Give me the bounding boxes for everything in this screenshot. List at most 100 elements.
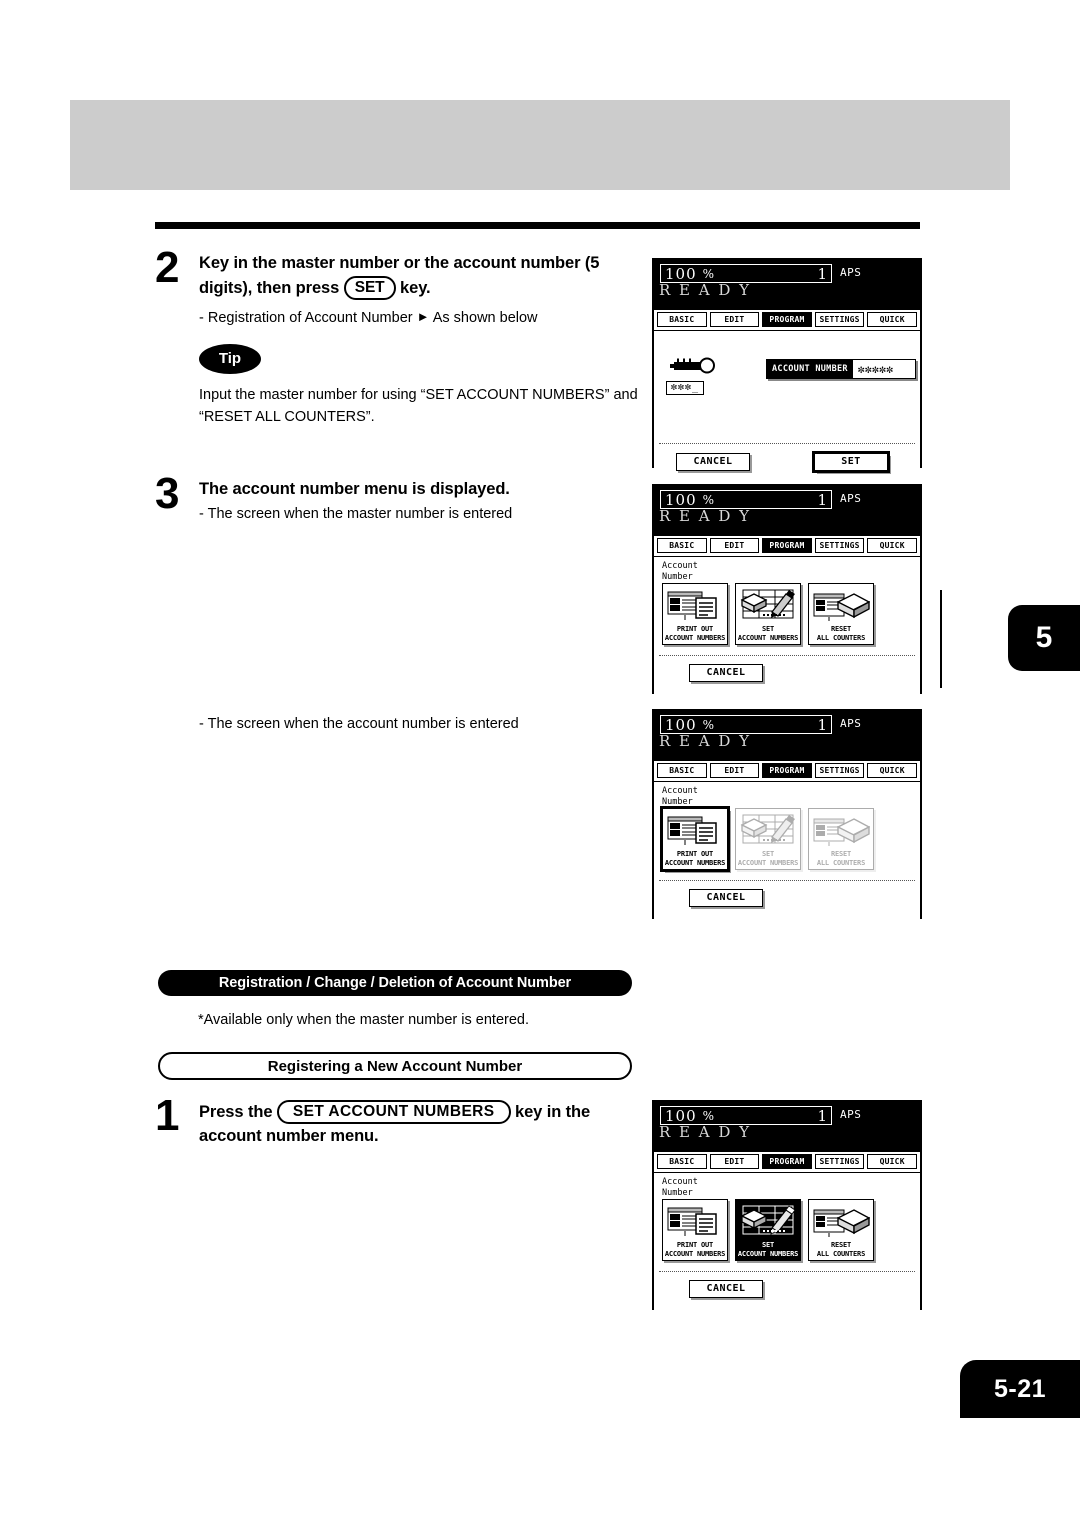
cancel-button[interactable]: CANCEL — [689, 664, 763, 682]
account-number-field[interactable]: ACCOUNT NUMBER ✼✼✼✼✼ — [766, 359, 917, 379]
set-button[interactable]: SET — [814, 453, 888, 471]
percent-symbol: % — [702, 492, 715, 507]
tab-edit[interactable]: EDIT — [709, 538, 760, 553]
step-1-number: 1 — [155, 1091, 180, 1140]
cancel-button[interactable]: CANCEL — [689, 889, 763, 907]
tab-edit[interactable]: EDIT — [709, 1154, 760, 1169]
print-account-numbers-icon — [666, 1202, 724, 1240]
tab-program[interactable]: PROGRAM — [762, 312, 812, 327]
tab-basic[interactable]: BASIC — [657, 1154, 707, 1169]
tab-quick[interactable]: QUICK — [867, 763, 917, 778]
manual-page: 5 5-21 2 Key in the master number or the… — [0, 0, 1080, 1528]
tile-label-line-2: ACCOUNT NUMBERS — [664, 1250, 726, 1259]
header-band — [70, 100, 1010, 190]
step-2-subline: - Registration of Account Number ► As sh… — [199, 307, 645, 330]
lcd-status-bar: 100 % 1 APS R E A D Y — [654, 711, 920, 761]
menu-label-line-1: Account — [662, 786, 698, 796]
menu-label-line-1: Account — [662, 561, 698, 571]
lcd-tab-bar[interactable]: BASIC EDIT PROGRAM SETTINGS QUICK — [654, 1152, 920, 1173]
cancel-button[interactable]: CANCEL — [676, 453, 750, 471]
lcd-panel-account-menu-user[interactable]: 100 % 1 APS R E A D Y BASIC EDIT PROGRAM… — [652, 709, 922, 935]
lcd-status-bar: 100 % 1 APS R E A D Y — [654, 486, 920, 536]
tile-label-line-2: ACCOUNT NUMBERS — [737, 1250, 799, 1259]
tile-label-line-2: ACCOUNT NUMBERS — [664, 634, 726, 643]
step-2-sub-text-a: Registration of Account Number — [207, 309, 413, 326]
copy-count: 1 — [817, 490, 827, 509]
tile-label-line-1: SET — [761, 1241, 775, 1249]
step-1-title: Press the SET ACCOUNT NUMBERS key in the… — [199, 1100, 655, 1149]
tile-label-line-2: ACCOUNT NUMBERS — [737, 634, 799, 643]
aps-indicator: APS — [840, 492, 862, 505]
tab-edit[interactable]: EDIT — [709, 312, 760, 327]
zoom-ratio-value: 100 — [665, 490, 697, 509]
tab-quick[interactable]: QUICK — [867, 538, 917, 553]
account-menu-tiles[interactable]: PRINT OUT ACCOUNT NUMBERS SET ACCOUNT NU… — [662, 1199, 874, 1261]
account-menu-tiles[interactable]: PRINT OUT ACCOUNT NUMBERS SET ACCOUNT NU… — [662, 583, 874, 645]
tile-set-account-numbers[interactable]: SET ACCOUNT NUMBERS — [735, 1199, 801, 1261]
step-3-title: The account number menu is displayed. — [199, 480, 510, 498]
step-2-sub-text-b: As shown below — [432, 309, 538, 326]
account-menu-tiles[interactable]: PRINT OUT ACCOUNT NUMBERS SET ACCOUNT NU… — [662, 808, 874, 870]
tile-label-line-2: ALL COUNTERS — [816, 634, 866, 643]
tab-settings[interactable]: SETTINGS — [814, 1154, 865, 1169]
tab-edit[interactable]: EDIT — [709, 763, 760, 778]
reset-all-counters-icon — [812, 811, 870, 849]
tab-basic[interactable]: BASIC — [657, 312, 707, 327]
chapter-divider-rule — [940, 590, 942, 688]
print-account-numbers-icon — [666, 586, 724, 624]
section-note: *Available only when the master number i… — [198, 1012, 530, 1028]
copy-count: 1 — [817, 715, 827, 734]
tab-program[interactable]: PROGRAM — [762, 763, 812, 778]
tab-quick[interactable]: QUICK — [867, 312, 917, 327]
lcd-panel-account-entry[interactable]: 100 % 1 APS R E A D Y BASIC EDIT PROGRAM… — [652, 258, 922, 484]
tile-label-line-1: SET — [761, 625, 775, 633]
tile-print-out-account-numbers[interactable]: PRINT OUT ACCOUNT NUMBERS — [662, 808, 728, 870]
lcd-content-area: Account Number PRINT OUT ACCOUNT NUMBERS… — [654, 557, 920, 710]
menu-label-line-1: Account — [662, 1177, 698, 1187]
master-number-entry-display: ✼✼✼_ — [666, 381, 705, 395]
reset-all-counters-icon — [812, 1202, 870, 1240]
tile-label-line-1: SET — [761, 850, 775, 858]
bullet-dash: - — [199, 309, 204, 326]
tile-reset-all-counters[interactable]: RESET ALL COUNTERS — [808, 583, 874, 645]
account-number-menu-label: Account Number — [662, 561, 698, 582]
tab-basic[interactable]: BASIC — [657, 763, 707, 778]
tile-label-line-1: RESET — [830, 850, 852, 858]
tile-print-out-account-numbers[interactable]: PRINT OUT ACCOUNT NUMBERS — [662, 583, 728, 645]
lcd-tab-bar[interactable]: BASIC EDIT PROGRAM SETTINGS QUICK — [654, 761, 920, 782]
ready-status: R E A D Y — [659, 507, 752, 525]
lcd-content-area: Account Number PRINT OUT ACCOUNT NUMBERS… — [654, 782, 920, 935]
tab-basic[interactable]: BASIC — [657, 538, 707, 553]
lcd-tab-bar[interactable]: BASIC EDIT PROGRAM SETTINGS QUICK — [654, 310, 920, 331]
tile-label-line-2: ACCOUNT NUMBERS — [737, 859, 799, 868]
tile-label-line-2: ACCOUNT NUMBERS — [664, 859, 726, 868]
tile-print-out-account-numbers[interactable]: PRINT OUT ACCOUNT NUMBERS — [662, 1199, 728, 1261]
cancel-button[interactable]: CANCEL — [689, 1280, 763, 1298]
lcd-status-bar: 100 % 1 APS R E A D Y — [654, 1102, 920, 1152]
lcd-tab-bar[interactable]: BASIC EDIT PROGRAM SETTINGS QUICK — [654, 536, 920, 557]
lcd-status-bar: 100 % 1 APS R E A D Y — [654, 260, 920, 310]
tile-label-line-2: ALL COUNTERS — [816, 859, 866, 868]
lcd-panel-account-menu-master[interactable]: 100 % 1 APS R E A D Y BASIC EDIT PROGRAM… — [652, 484, 922, 710]
set-keycap: SET — [343, 275, 396, 301]
step-1-title-text-a: Press the — [199, 1103, 273, 1121]
tab-settings[interactable]: SETTINGS — [814, 312, 865, 327]
account-number-field-label: ACCOUNT NUMBER — [767, 360, 852, 378]
tab-settings[interactable]: SETTINGS — [814, 538, 865, 553]
tile-set-account-numbers[interactable]: SET ACCOUNT NUMBERS — [735, 583, 801, 645]
tab-program[interactable]: PROGRAM — [762, 1154, 812, 1169]
copy-count: 1 — [817, 1106, 827, 1125]
header-rule — [155, 222, 920, 229]
subsection-heading-registering: Registering a New Account Number — [158, 1052, 632, 1080]
tab-quick[interactable]: QUICK — [867, 1154, 917, 1169]
set-account-numbers-keycap: SET ACCOUNT NUMBERS — [276, 1100, 511, 1125]
tab-settings[interactable]: SETTINGS — [814, 763, 865, 778]
lcd-divider-1 — [659, 443, 915, 444]
tile-label-line-2: ALL COUNTERS — [816, 1250, 866, 1259]
zoom-ratio-value: 100 — [665, 1106, 697, 1125]
tile-reset-all-counters[interactable]: RESET ALL COUNTERS — [808, 1199, 874, 1261]
aps-indicator: APS — [840, 717, 862, 730]
tab-program[interactable]: PROGRAM — [762, 538, 812, 553]
lcd-panel-account-menu-selected[interactable]: 100 % 1 APS R E A D Y BASIC EDIT PROGRAM… — [652, 1100, 922, 1326]
step-2: 2 Key in the master number or the accoun… — [155, 246, 645, 433]
